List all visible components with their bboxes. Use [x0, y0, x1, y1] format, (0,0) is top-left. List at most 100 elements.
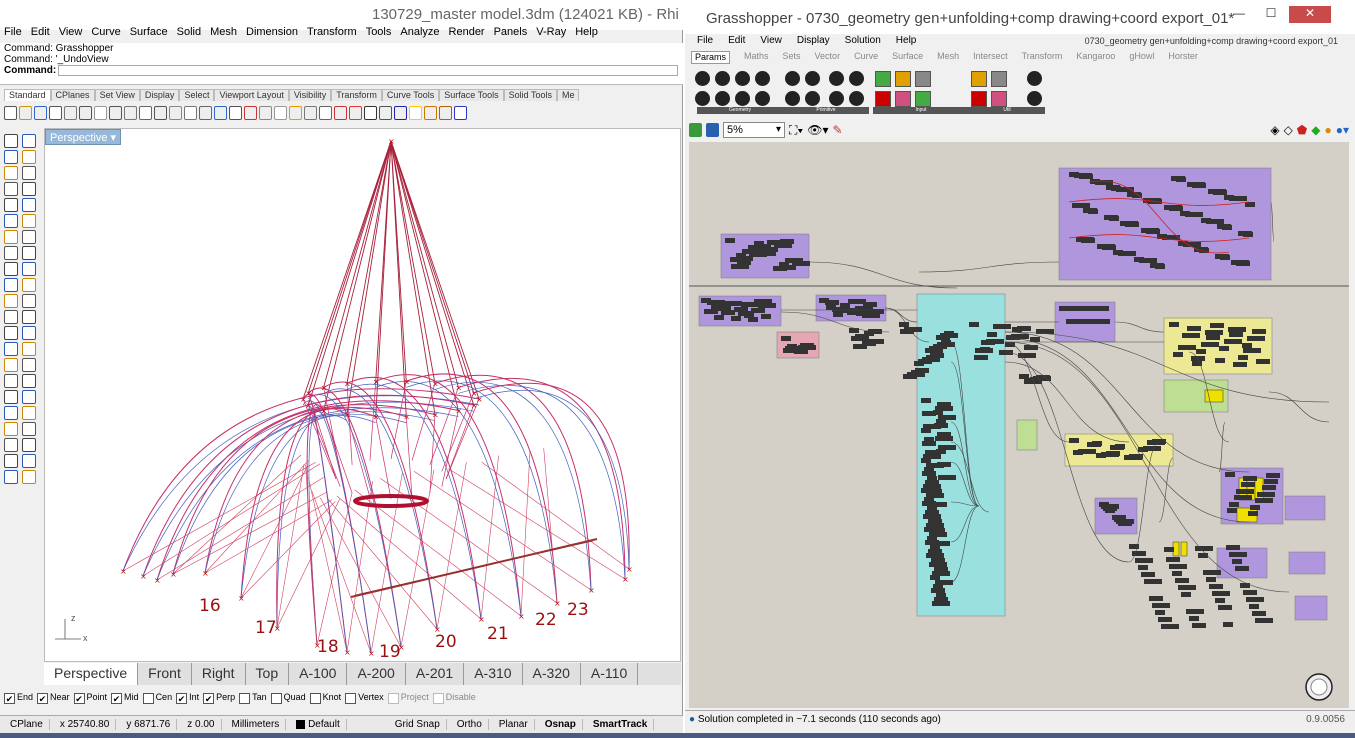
- osnap-checkbox[interactable]: [309, 692, 321, 704]
- gh-component[interactable]: [1245, 202, 1255, 207]
- gh-component[interactable]: [1152, 603, 1170, 608]
- gh-tab-surface[interactable]: Surface: [892, 51, 923, 64]
- left-tool-icon[interactable]: [22, 294, 36, 308]
- gh-component-icon[interactable]: [1027, 71, 1042, 86]
- gh-component[interactable]: [1206, 219, 1224, 224]
- toolbar-tool-icon[interactable]: [319, 106, 332, 120]
- gh-component-icon[interactable]: [895, 91, 911, 107]
- gh-component[interactable]: [1186, 609, 1204, 614]
- cluster-green[interactable]: [849, 328, 884, 349]
- gh-component[interactable]: [1229, 196, 1247, 201]
- menu-item-mesh[interactable]: Mesh: [210, 26, 237, 42]
- gh-menu-help[interactable]: Help: [896, 35, 917, 49]
- gh-component[interactable]: [1072, 203, 1090, 208]
- gh-component[interactable]: [1246, 597, 1264, 602]
- gh-component[interactable]: [922, 501, 936, 506]
- left-tool-icon[interactable]: [4, 214, 18, 228]
- toolbar-tab-me[interactable]: Me: [556, 89, 580, 101]
- gh-component[interactable]: [1024, 345, 1038, 350]
- gh-component[interactable]: [922, 471, 936, 476]
- gh-component[interactable]: [1229, 502, 1239, 507]
- viewport-tab-front[interactable]: Front: [138, 663, 192, 685]
- left-tool-icon[interactable]: [22, 470, 36, 484]
- gh-component-icon[interactable]: [849, 91, 864, 106]
- gh-tab-curve[interactable]: Curve: [854, 51, 878, 64]
- gh-component[interactable]: [1240, 583, 1250, 588]
- gh-component-icon[interactable]: [915, 91, 931, 107]
- gh-component[interactable]: [1215, 598, 1225, 603]
- preview-color-icon[interactable]: ●: [1324, 123, 1331, 137]
- gh-tab-maths[interactable]: Maths: [744, 51, 769, 64]
- gh-component[interactable]: [1161, 624, 1179, 629]
- osnap-checkbox[interactable]: [239, 692, 251, 704]
- gh-tab-ghowl[interactable]: gHowl: [1129, 51, 1154, 64]
- gh-component[interactable]: [1235, 566, 1249, 571]
- viewport-tab-right[interactable]: Right: [192, 663, 246, 685]
- gh-panel[interactable]: [1180, 541, 1188, 557]
- gh-tab-horster[interactable]: Horster: [1168, 51, 1198, 64]
- gh-component[interactable]: [1234, 495, 1252, 500]
- gh-component[interactable]: [862, 313, 880, 318]
- gh-component[interactable]: [1155, 610, 1165, 615]
- gh-component[interactable]: [1172, 571, 1182, 576]
- gh-component[interactable]: [1138, 447, 1148, 452]
- gh-component[interactable]: [724, 301, 742, 306]
- gh-component[interactable]: [1102, 245, 1116, 250]
- toolbar-tool-icon[interactable]: [424, 106, 437, 120]
- gh-component[interactable]: [931, 588, 945, 593]
- osnap-point[interactable]: ✔ Point: [73, 692, 107, 704]
- group-purple-i[interactable]: [1294, 595, 1328, 621]
- left-tool-icon[interactable]: [4, 150, 18, 164]
- gh-canvas[interactable]: [689, 142, 1349, 708]
- gh-component[interactable]: [1173, 352, 1183, 357]
- gh-component[interactable]: [993, 324, 1011, 329]
- gh-component-icon[interactable]: [875, 71, 891, 87]
- gh-component[interactable]: [1223, 622, 1233, 627]
- gh-component[interactable]: [1232, 559, 1242, 564]
- gh-component[interactable]: [866, 339, 884, 344]
- toolbar-tool-icon[interactable]: [19, 106, 32, 120]
- osnap-checkbox[interactable]: ✔: [176, 692, 188, 704]
- left-tool-icon[interactable]: [4, 262, 18, 276]
- toolbar-tool-icon[interactable]: [334, 106, 347, 120]
- gh-component[interactable]: [1219, 346, 1229, 351]
- gh-component[interactable]: [855, 334, 865, 339]
- left-tool-icon[interactable]: [22, 182, 36, 196]
- ortho-toggle[interactable]: Ortho: [451, 719, 489, 730]
- gh-component[interactable]: [1061, 306, 1079, 311]
- gh-component[interactable]: [1206, 577, 1216, 582]
- group-purple-e[interactable]: [1284, 495, 1326, 521]
- gh-component[interactable]: [833, 312, 843, 317]
- toolbar-tool-icon[interactable]: [49, 106, 62, 120]
- toolbar-tool-icon[interactable]: [394, 106, 407, 120]
- left-tool-icon[interactable]: [22, 422, 36, 436]
- gh-tab-transform[interactable]: Transform: [1022, 51, 1063, 64]
- gh-component[interactable]: [1116, 187, 1134, 192]
- gh-component[interactable]: [825, 300, 839, 305]
- toolbar-tool-icon[interactable]: [79, 106, 92, 120]
- gh-component[interactable]: [935, 436, 953, 441]
- preview-mesh-icon[interactable]: ◆: [1311, 123, 1320, 137]
- gh-tab-intersect[interactable]: Intersect: [973, 51, 1008, 64]
- toolbar-tab-set-view[interactable]: Set View: [94, 89, 140, 101]
- menu-item-dimension[interactable]: Dimension: [246, 26, 298, 42]
- osnap-near[interactable]: ✔ Near: [37, 692, 70, 704]
- gh-component[interactable]: [1069, 438, 1079, 443]
- gh-component[interactable]: [1226, 545, 1240, 550]
- gh-component[interactable]: [1166, 557, 1180, 562]
- menu-item-help[interactable]: Help: [575, 26, 598, 42]
- left-tool-icon[interactable]: [4, 326, 18, 340]
- gh-component[interactable]: [707, 300, 725, 305]
- gh-component[interactable]: [1218, 605, 1232, 610]
- toolbar-tab-surface-tools[interactable]: Surface Tools: [439, 89, 504, 101]
- menu-item-tools[interactable]: Tools: [366, 26, 392, 42]
- gh-component[interactable]: [930, 353, 944, 358]
- gh-component[interactable]: [1178, 345, 1196, 350]
- grid-snap-toggle[interactable]: Grid Snap: [389, 719, 447, 730]
- gh-component[interactable]: [1169, 322, 1179, 327]
- gh-component[interactable]: [1248, 511, 1258, 516]
- gh-component[interactable]: [1249, 604, 1259, 609]
- gh-component-icon[interactable]: [695, 71, 710, 86]
- viewport-tab-top[interactable]: Top: [246, 663, 290, 685]
- gh-component-icon[interactable]: [895, 71, 911, 87]
